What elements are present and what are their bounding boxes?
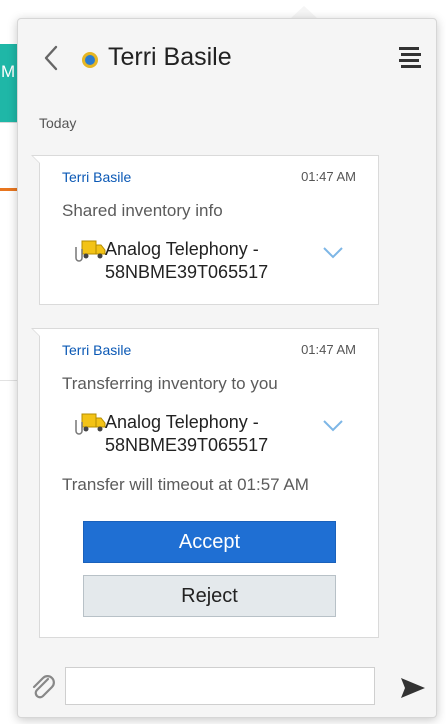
inventory-truck-icon xyxy=(75,240,106,262)
inventory-asset-link[interactable]: Analog Telephony - 58NBME39T065517 xyxy=(105,411,305,457)
accept-button[interactable]: Accept xyxy=(83,521,336,563)
message-card: Terri Basile 01:47 AM Transferring inven… xyxy=(31,328,379,638)
chat-panel: Terri Basile Today Terri Basile 01:47 AM… xyxy=(17,18,437,718)
message-sender: Terri Basile xyxy=(62,169,132,185)
chevron-down-icon[interactable] xyxy=(322,419,344,433)
day-separator: Today xyxy=(39,115,77,131)
chevron-down-icon[interactable] xyxy=(322,246,344,260)
inventory-asset-link[interactable]: Analog Telephony - 58NBME39T065517 xyxy=(105,238,305,284)
chat-header: Terri Basile xyxy=(18,19,436,97)
background-app-header-letter: M xyxy=(1,62,16,81)
message-text: Shared inventory info xyxy=(62,201,223,220)
transfer-timeout-text: Transfer will timeout at 01:57 AM xyxy=(62,475,309,494)
message-input[interactable] xyxy=(65,667,375,705)
message-card: Terri Basile 01:47 AM Shared inventory i… xyxy=(31,155,379,305)
hamburger-menu-icon[interactable] xyxy=(399,45,421,69)
back-chevron-icon[interactable] xyxy=(40,43,64,73)
contact-name: Terri Basile xyxy=(108,43,232,71)
send-icon[interactable] xyxy=(400,677,426,699)
reject-button[interactable]: Reject xyxy=(83,575,336,617)
message-time: 01:47 AM xyxy=(301,169,356,184)
message-text: Transferring inventory to you xyxy=(62,374,278,393)
inventory-truck-icon xyxy=(75,413,106,435)
message-time: 01:47 AM xyxy=(301,342,356,357)
status-dot-icon xyxy=(82,52,98,68)
message-composer xyxy=(18,655,436,717)
paperclip-icon[interactable] xyxy=(28,671,56,701)
message-sender: Terri Basile xyxy=(62,342,132,358)
